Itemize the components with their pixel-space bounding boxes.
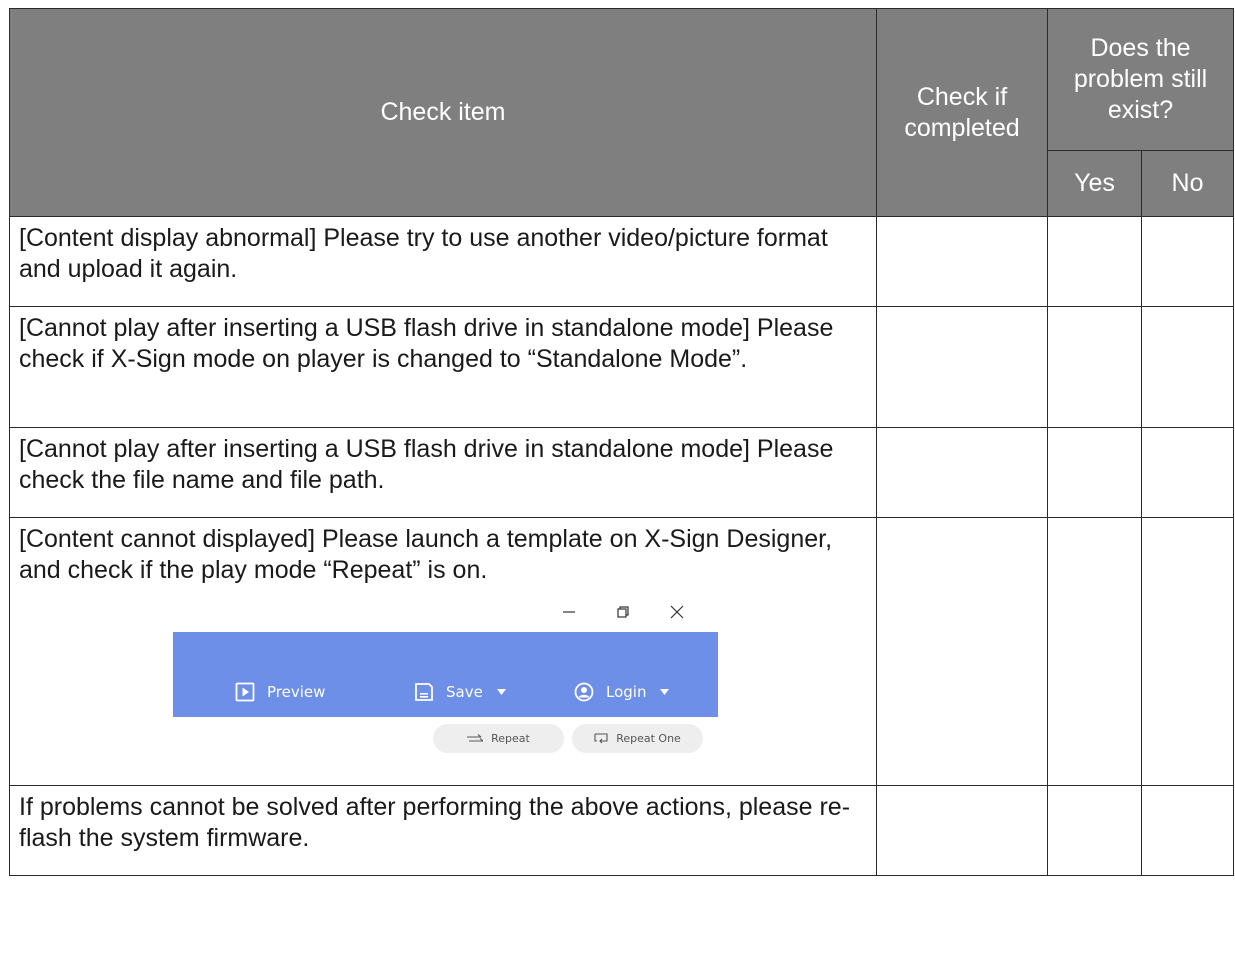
- yes-cell[interactable]: [1047, 216, 1142, 307]
- check-item-text: [Cannot play after inserting a USB flash…: [9, 306, 877, 428]
- save-icon: [415, 683, 433, 701]
- check-item-text: [Content cannot displayed] Please launch…: [19, 525, 833, 584]
- preview-button[interactable]: Preview: [235, 680, 325, 704]
- table-row: [Content display abnormal] Please try to…: [9, 216, 1235, 307]
- table-row: [Cannot play after inserting a USB flash…: [9, 427, 1235, 518]
- check-completed-cell[interactable]: [876, 785, 1048, 876]
- check-completed-cell[interactable]: [876, 306, 1048, 428]
- save-button[interactable]: Save: [414, 680, 506, 704]
- window-controls: [542, 596, 704, 628]
- user-icon: [574, 682, 594, 702]
- table-row: If problems cannot be solved after perfo…: [9, 785, 1235, 876]
- check-item-cell: [Content cannot displayed] Please launch…: [9, 517, 877, 786]
- preview-label: Preview: [267, 682, 326, 701]
- no-cell[interactable]: [1140, 216, 1235, 307]
- repeat-one-icon: [594, 732, 608, 743]
- check-completed-cell[interactable]: [876, 427, 1048, 518]
- repeat-button[interactable]: Repeat: [433, 724, 564, 753]
- yes-cell[interactable]: [1047, 517, 1142, 786]
- restore-icon[interactable]: [596, 596, 650, 628]
- no-cell[interactable]: [1140, 517, 1235, 786]
- xsign-designer-screenshot: Preview Save Login Repeat Repeat One: [173, 594, 718, 779]
- preview-icon: [235, 682, 255, 702]
- check-item-text: If problems cannot be solved after perfo…: [9, 785, 877, 876]
- check-item-text: [Cannot play after inserting a USB flash…: [9, 427, 877, 518]
- close-icon[interactable]: [650, 596, 704, 628]
- table-row: [Content cannot displayed] Please launch…: [9, 517, 1235, 786]
- repeat-one-label: Repeat One: [616, 732, 681, 745]
- yes-cell[interactable]: [1047, 306, 1142, 428]
- table-row: [Cannot play after inserting a USB flash…: [9, 306, 1235, 428]
- repeat-one-button[interactable]: Repeat One: [572, 724, 703, 753]
- chevron-down-icon: [496, 689, 506, 695]
- minimize-icon[interactable]: [542, 596, 596, 628]
- header-check-if-completed: Check if completed: [876, 8, 1048, 217]
- check-item-text: [Content display abnormal] Please try to…: [9, 216, 877, 307]
- page: Check item Check if completed Does the p…: [0, 0, 1235, 980]
- login-label: Login: [606, 682, 647, 701]
- repeat-icon: [467, 733, 484, 742]
- header-yes: Yes: [1047, 150, 1142, 217]
- repeat-label: Repeat: [491, 732, 530, 745]
- designer-toolbar: Preview Save Login: [173, 632, 718, 717]
- no-cell[interactable]: [1140, 427, 1235, 518]
- yes-cell[interactable]: [1047, 427, 1142, 518]
- header-problem-still-exist: Does the problem still exist?: [1046, 8, 1235, 151]
- login-button[interactable]: Login: [574, 680, 670, 704]
- yes-cell[interactable]: [1047, 785, 1142, 876]
- no-cell[interactable]: [1140, 785, 1235, 876]
- save-label: Save: [446, 682, 483, 701]
- play-mode-options: Repeat Repeat One: [433, 724, 703, 753]
- no-cell[interactable]: [1140, 306, 1235, 428]
- chevron-down-icon: [660, 689, 670, 695]
- header-no: No: [1140, 150, 1235, 217]
- troubleshooting-checklist-table: Check item Check if completed Does the p…: [9, 8, 1235, 876]
- check-completed-cell[interactable]: [876, 517, 1048, 786]
- header-check-item: Check item: [9, 8, 877, 217]
- check-completed-cell[interactable]: [876, 216, 1048, 307]
